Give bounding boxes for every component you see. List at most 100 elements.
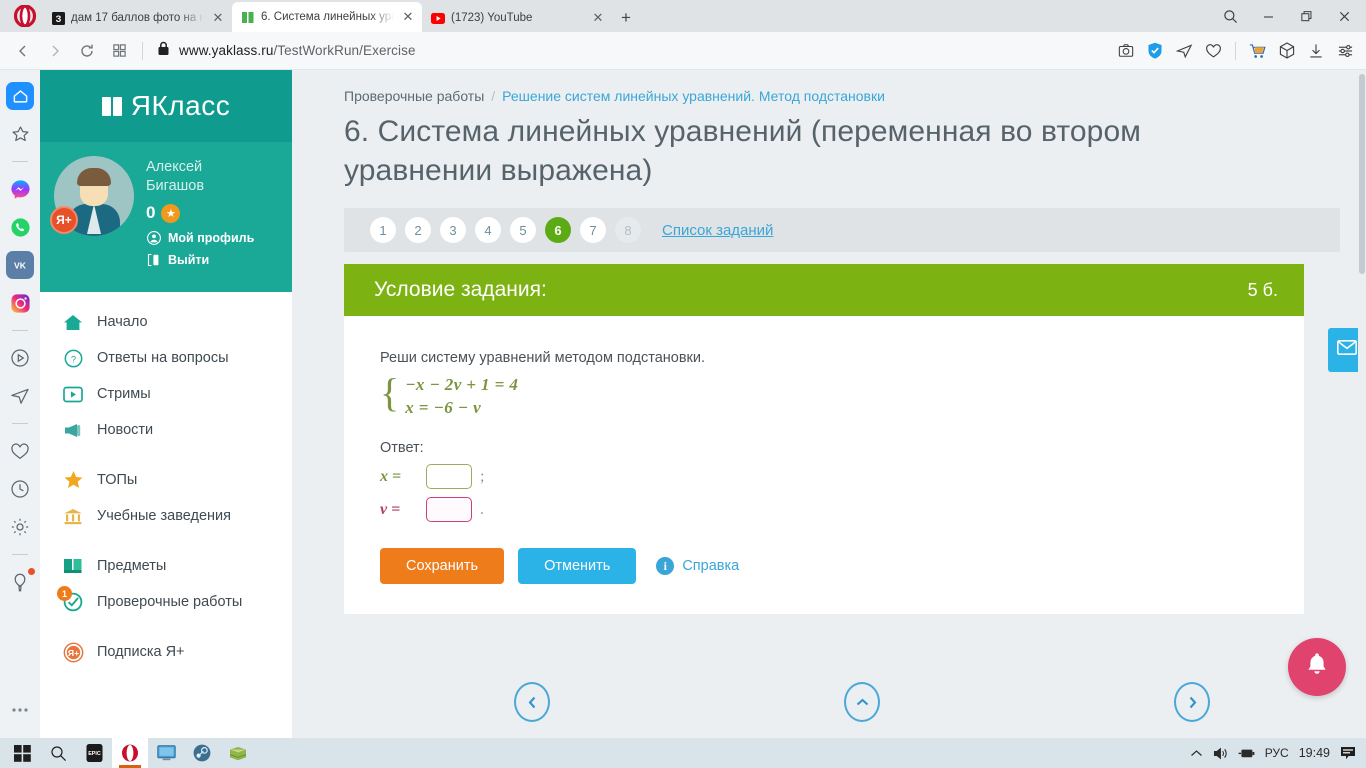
help-label: Справка xyxy=(682,558,739,574)
reload-button[interactable] xyxy=(72,36,102,66)
task-number-3[interactable]: 3 xyxy=(440,217,466,243)
address-bar[interactable]: www.yaklass.ru/TestWorkRun/Exercise xyxy=(151,41,1111,61)
messenger-icon[interactable] xyxy=(6,175,34,203)
sidebar-item-streams[interactable]: Стримы xyxy=(40,376,292,412)
browser-tab-active[interactable]: 6. Система линейных урав ✕ xyxy=(232,2,422,32)
steam-icon[interactable] xyxy=(184,738,220,768)
desktop-icon[interactable] xyxy=(148,738,184,768)
gear-icon[interactable] xyxy=(6,513,34,541)
task-number-1[interactable]: 1 xyxy=(370,217,396,243)
tab-title: 6. Система линейных урав xyxy=(261,11,394,23)
camera-icon[interactable] xyxy=(1113,36,1139,66)
tab-close-icon[interactable]: ✕ xyxy=(590,10,606,26)
shield-check-icon[interactable] xyxy=(1142,36,1168,66)
cube-icon[interactable] xyxy=(1274,36,1300,66)
forward-button[interactable] xyxy=(40,36,70,66)
opera-icon[interactable] xyxy=(112,738,148,768)
prev-arrow-icon[interactable] xyxy=(514,682,550,722)
heart-icon[interactable] xyxy=(6,437,34,465)
telegram-icon[interactable] xyxy=(6,382,34,410)
exercise-card-body: Реши систему уравнений методом подстанов… xyxy=(344,316,1304,614)
task-number-8[interactable]: 8 xyxy=(615,217,641,243)
cart-icon[interactable] xyxy=(1245,36,1271,66)
speed-dial-button[interactable] xyxy=(104,36,134,66)
page-navigation xyxy=(292,682,1366,726)
up-arrow-icon[interactable] xyxy=(844,682,880,722)
send-icon[interactable] xyxy=(1171,36,1197,66)
instagram-icon[interactable] xyxy=(6,289,34,317)
save-button[interactable]: Сохранить xyxy=(380,548,504,584)
chevron-up-icon[interactable] xyxy=(1190,749,1203,758)
search-icon[interactable] xyxy=(40,738,76,768)
answer-input-x[interactable] xyxy=(426,464,472,489)
task-list-link[interactable]: Список заданий xyxy=(662,222,773,239)
cancel-button[interactable]: Отменить xyxy=(518,548,636,584)
score-display: 0 ★ xyxy=(146,203,280,223)
home-icon[interactable] xyxy=(6,82,34,110)
tab-close-icon[interactable]: ✕ xyxy=(210,10,226,26)
maximize-icon[interactable] xyxy=(1288,1,1324,31)
breadcrumb-current[interactable]: Решение систем линейных уравнений. Метод… xyxy=(502,88,885,104)
breadcrumb-root[interactable]: Проверочные работы xyxy=(344,88,484,104)
notification-icon[interactable] xyxy=(1340,746,1356,760)
book-icon[interactable] xyxy=(220,738,256,768)
sidebar-item-answers[interactable]: ? Ответы на вопросы xyxy=(40,340,292,376)
task-number-4[interactable]: 4 xyxy=(475,217,501,243)
settings-sliders-icon[interactable] xyxy=(1332,36,1358,66)
avatar[interactable]: Я+ xyxy=(54,156,134,236)
tab-close-icon[interactable]: ✕ xyxy=(400,9,416,25)
help-link[interactable]: i Справка xyxy=(656,557,739,575)
bookmark-star-icon[interactable] xyxy=(6,120,34,148)
search-icon[interactable] xyxy=(1212,1,1248,31)
whatsapp-icon[interactable] xyxy=(6,213,34,241)
task-number-2[interactable]: 2 xyxy=(405,217,431,243)
minimize-icon[interactable] xyxy=(1250,1,1286,31)
sidebar-item-home[interactable]: Начало xyxy=(40,304,292,340)
sidebar-item-tests[interactable]: 1 Проверочные работы xyxy=(40,584,292,620)
page-scrollbar[interactable] xyxy=(1358,70,1366,738)
player-icon[interactable] xyxy=(6,344,34,372)
more-dots-icon[interactable] xyxy=(6,696,34,724)
browser-tab[interactable]: З дам 17 баллов фото на не ✕ xyxy=(42,4,232,32)
history-clock-icon[interactable] xyxy=(6,475,34,503)
my-profile-link[interactable]: Мой профиль xyxy=(146,230,280,245)
epic-games-icon[interactable]: EPIC xyxy=(76,738,112,768)
download-icon[interactable] xyxy=(1303,36,1329,66)
answer-input-v[interactable] xyxy=(426,497,472,522)
logo-text: ЯКласс xyxy=(131,90,230,122)
yaklass-logo[interactable]: ЯКласс xyxy=(40,70,292,142)
windows-taskbar: EPIC РУС 19:49 xyxy=(0,738,1366,768)
browser-tab[interactable]: (1723) YouTube ✕ xyxy=(422,4,612,32)
tab-title: дам 17 баллов фото на не xyxy=(71,12,204,24)
books-icon xyxy=(62,555,84,577)
heart-icon[interactable] xyxy=(1200,36,1226,66)
new-tab-button[interactable]: + xyxy=(612,4,640,32)
task-number-7[interactable]: 7 xyxy=(580,217,606,243)
question-circle-icon: ? xyxy=(62,347,84,369)
task-number-5[interactable]: 5 xyxy=(510,217,536,243)
sidebar-item-tops[interactable]: ТОПы xyxy=(40,462,292,498)
notifications-fab-button[interactable] xyxy=(1288,638,1346,696)
windows-start-icon[interactable] xyxy=(4,738,40,768)
balloon-icon[interactable] xyxy=(6,568,34,596)
close-icon[interactable] xyxy=(1326,1,1362,31)
battery-icon[interactable] xyxy=(1238,748,1255,759)
logout-link[interactable]: Выйти xyxy=(146,252,280,267)
task-number-6-active[interactable]: 6 xyxy=(545,217,571,243)
sidebar-item-news[interactable]: Новости xyxy=(40,412,292,448)
vk-icon[interactable]: VK xyxy=(6,251,34,279)
equation-1: −x − 2v + 1 = 4 xyxy=(405,375,518,395)
volume-icon[interactable] xyxy=(1213,747,1228,760)
opera-logo-icon[interactable] xyxy=(8,0,42,32)
scrollbar-thumb[interactable] xyxy=(1359,74,1365,274)
sidebar-item-label: Ответы на вопросы xyxy=(97,350,229,366)
back-button[interactable] xyxy=(8,36,38,66)
language-indicator[interactable]: РУС xyxy=(1265,746,1289,760)
sidebar-item-subjects[interactable]: Предметы xyxy=(40,548,292,584)
divider xyxy=(1235,42,1236,60)
sidebar-item-subscription[interactable]: Я+ Подписка Я+ xyxy=(40,634,292,670)
yaklass-icon xyxy=(241,10,255,24)
next-arrow-icon[interactable] xyxy=(1174,682,1210,722)
clock[interactable]: 19:49 xyxy=(1299,746,1330,760)
sidebar-item-institutions[interactable]: Учебные заведения xyxy=(40,498,292,534)
